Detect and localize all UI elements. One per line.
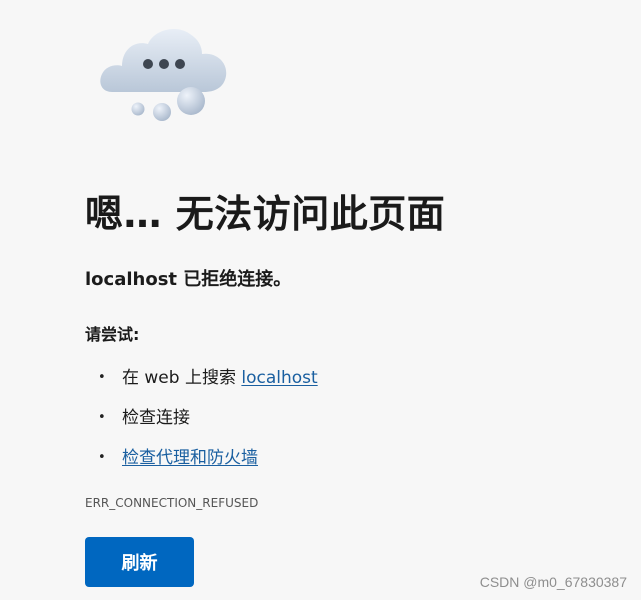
check-proxy-firewall-link[interactable]: 检查代理和防火墙 [122,448,258,468]
bullet-icon: • [98,370,106,385]
bullet-icon: • [98,450,106,465]
try-label: 请尝试: [85,325,140,344]
watermark: CSDN @m0_67830387 [479,574,627,590]
error-message: localhost 已拒绝连接。 [85,269,292,290]
cloud-bubble [131,102,145,116]
search-localhost-link[interactable]: localhost [241,368,317,388]
cloud-bubble [177,87,205,115]
refresh-button[interactable]: 刷新 [85,537,194,587]
sad-cloud-icon [100,29,227,121]
suggestion-search-prefix: 在 web 上搜索 [122,368,242,388]
suggestion-text: 检查连接 [122,408,190,428]
page-title: 嗯… 无法访问此页面 [85,192,446,236]
suggestion-text: 检查代理和防火墙 [122,444,258,472]
cloud-dot [159,59,169,69]
error-page: 嗯… 无法访问此页面 localhost 已拒绝连接。 请尝试: • 在 web… [0,0,641,600]
cloud-dot [175,59,185,69]
bullet-icon: • [98,410,106,425]
cloud-bubble [153,103,171,121]
error-code: ERR_CONNECTION_REFUSED [85,496,259,510]
cloud-dot [143,59,153,69]
suggestion-text: 在 web 上搜索 localhost [122,364,318,392]
